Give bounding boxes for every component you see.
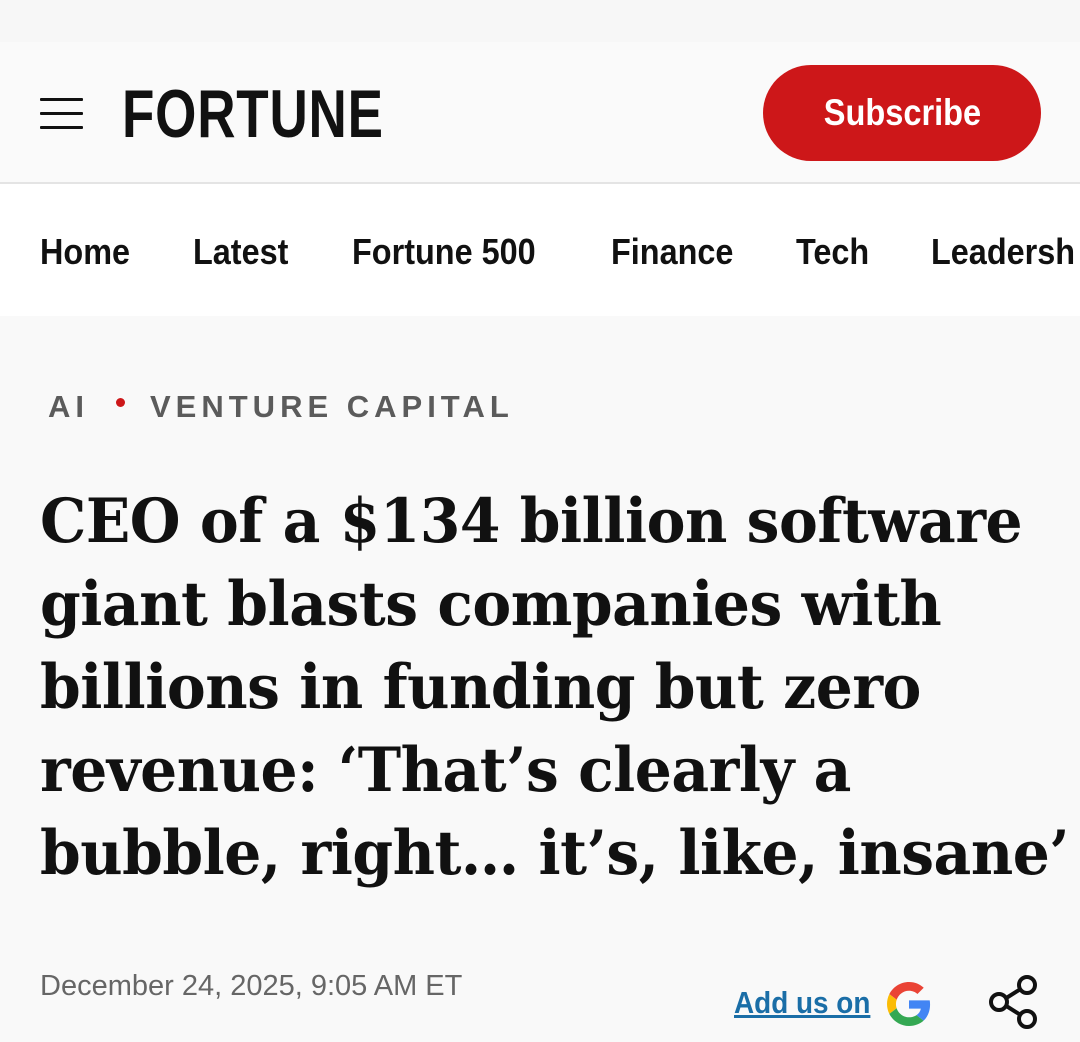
category-ai[interactable]: AI [48, 389, 89, 425]
main-nav: Home Latest Fortune 500 Finance Tech Lea… [0, 184, 1080, 316]
headline-line: CEO of a $134 billion software [40, 486, 1023, 557]
category-separator-dot [116, 398, 125, 407]
nav-item-home[interactable]: Home [40, 232, 130, 272]
subscribe-label: Subscribe [823, 92, 981, 133]
category-venture-capital[interactable]: VENTURE CAPITAL [150, 389, 514, 425]
site-header: FORTUNE Subscribe [0, 42, 1080, 184]
nav-item-leadership[interactable]: Leadersh [931, 232, 1075, 272]
nav-item-fortune-500[interactable]: Fortune 500 [352, 232, 536, 272]
top-strip [0, 0, 1080, 42]
nav-item-latest[interactable]: Latest [193, 232, 288, 272]
article-headline: CEO of a $134 billion software giant bla… [40, 480, 1070, 895]
google-g-icon[interactable] [887, 982, 931, 1026]
subscribe-button[interactable]: Subscribe [763, 65, 1041, 161]
headline-line: bubble, right… it’s, like, insane’ [40, 818, 1070, 889]
hamburger-menu-icon[interactable] [40, 98, 83, 130]
fortune-logo[interactable]: FORTUNE [122, 80, 384, 148]
nav-item-finance[interactable]: Finance [611, 232, 733, 272]
headline-line: billions in funding but zero [40, 652, 921, 723]
add-us-on-google-link[interactable]: Add us on [734, 984, 870, 1022]
headline-line: giant blasts companies with [40, 569, 942, 640]
share-icon[interactable] [986, 974, 1040, 1030]
nav-item-tech[interactable]: Tech [796, 232, 869, 272]
headline-line: revenue: ‘That’s clearly a [40, 735, 851, 806]
article-dateline: December 24, 2025, 9:05 AM ET [40, 970, 463, 1002]
